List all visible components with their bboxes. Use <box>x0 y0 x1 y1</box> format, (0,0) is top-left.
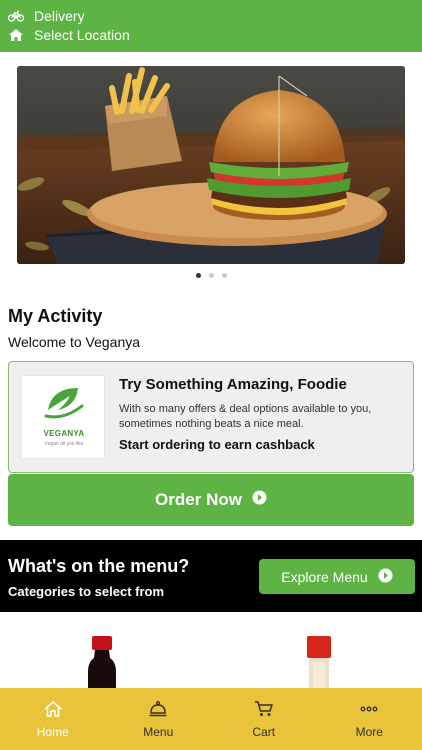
home-icon <box>43 700 63 721</box>
menu-section: What's on the menu? Categories to select… <box>0 540 422 612</box>
arrow-circle-icon <box>252 490 267 510</box>
order-now-label: Order Now <box>155 490 242 509</box>
promo-description: With so many offers & deal options avail… <box>119 403 372 430</box>
promo-banner-image[interactable] <box>17 66 405 264</box>
burger-fries-illustration <box>17 66 405 264</box>
bicycle-icon <box>8 10 24 22</box>
carousel-dot[interactable] <box>195 273 201 278</box>
veganya-logo: VEGANYA Vegan all you like <box>21 375 105 459</box>
promo-card: VEGANYA Vegan all you like Try Something… <box>8 361 414 473</box>
explore-menu-label: Explore Menu <box>281 568 368 585</box>
menu-section-title: What's on the menu? <box>8 556 190 576</box>
top-header: Delivery Select Location <box>0 0 422 52</box>
order-now-button[interactable]: Order Now <box>8 474 414 526</box>
nav-home[interactable]: Home <box>0 688 106 750</box>
nav-more[interactable]: More <box>317 688 422 750</box>
home-location-icon <box>8 28 24 42</box>
nav-cart-label: Cart <box>252 725 276 739</box>
nav-home-label: Home <box>36 725 69 739</box>
leaf-logo-icon <box>44 388 84 419</box>
welcome-text: Welcome to Veganya <box>8 334 141 350</box>
bottom-navigation: Home Menu Cart More <box>0 688 422 750</box>
arrow-circle-icon <box>378 568 393 586</box>
cart-icon <box>254 700 274 721</box>
delivery-label: Delivery <box>34 8 85 24</box>
logo-wordmark: VEGANYA <box>43 429 85 438</box>
carousel-dot[interactable] <box>221 273 227 278</box>
nav-menu-label: Menu <box>143 725 174 739</box>
location-label: Select Location <box>34 27 130 43</box>
nav-more-label: More <box>355 725 383 739</box>
carousel-dot[interactable] <box>208 273 214 278</box>
logo-tagline: Vegan all you like <box>44 441 84 447</box>
cloche-icon <box>148 700 168 721</box>
location-selector[interactable]: Select Location <box>8 27 130 43</box>
more-icon <box>359 700 379 721</box>
promo-cta-text: Start ordering to earn cashback <box>119 437 315 452</box>
nav-cart[interactable]: Cart <box>211 688 317 750</box>
delivery-mode[interactable]: Delivery <box>8 8 85 24</box>
nav-menu[interactable]: Menu <box>106 688 212 750</box>
menu-section-subtitle: Categories to select from <box>8 584 165 599</box>
section-title-activity: My Activity <box>8 306 103 326</box>
carousel-indicator <box>0 273 422 278</box>
promo-title: Try Something Amazing, Foodie <box>119 376 347 393</box>
explore-menu-button[interactable]: Explore Menu <box>259 559 415 594</box>
